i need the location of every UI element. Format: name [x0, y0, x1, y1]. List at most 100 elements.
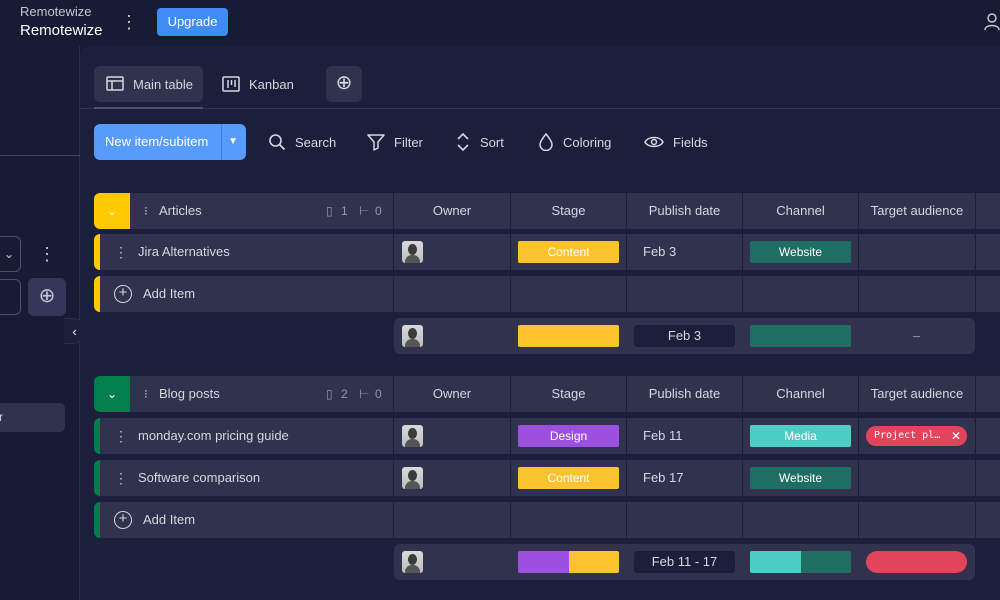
- item-name-cell: ⋮ monday.com pricing guide: [100, 418, 393, 454]
- date-cell[interactable]: Feb 17: [626, 460, 742, 496]
- extra-cell: [975, 460, 1000, 496]
- extra-cell: [975, 418, 1000, 454]
- chevron-down-icon[interactable]: ⌄: [94, 193, 130, 229]
- channel-cell[interactable]: Media: [742, 418, 858, 454]
- column-target-audience[interactable]: Target audience: [858, 193, 975, 229]
- tab-main-table[interactable]: Main table: [94, 66, 203, 102]
- empty-cell: [975, 276, 1000, 312]
- item-name[interactable]: monday.com pricing guide: [138, 418, 289, 454]
- drag-handle-icon[interactable]: ⁝: [144, 193, 148, 229]
- table-row[interactable]: ⋮ Jira Alternatives Content Feb 3 Websit…: [94, 234, 1000, 270]
- left-panel-search-input[interactable]: [0, 279, 21, 315]
- column-target-audience[interactable]: Target audience: [858, 376, 975, 412]
- add-item-row[interactable]: + Add Item: [94, 276, 1000, 312]
- drag-handle-icon[interactable]: ⁝: [144, 376, 148, 412]
- row-menu-icon[interactable]: ⋮: [114, 418, 128, 454]
- table-row[interactable]: ⋮ Software comparison Content Feb 17 Web…: [94, 460, 1000, 496]
- owner-cell[interactable]: [393, 418, 510, 454]
- close-icon[interactable]: ✕: [951, 426, 961, 446]
- date-cell[interactable]: Feb 11: [626, 418, 742, 454]
- user-icon[interactable]: [984, 10, 1000, 32]
- doc-count: 2: [341, 387, 348, 401]
- column-extra: [975, 376, 1000, 412]
- target-cell[interactable]: [858, 234, 975, 270]
- empty-cell: [393, 276, 510, 312]
- group-name-cell: ⁝ Articles ▯ 1 ⊢ 0: [130, 193, 393, 229]
- coloring-label: Coloring: [563, 134, 612, 150]
- add-item-cell[interactable]: + Add Item: [100, 276, 393, 312]
- extra-cell: [975, 234, 1000, 270]
- owner-cell[interactable]: [393, 234, 510, 270]
- table-row[interactable]: ⋮ monday.com pricing guide Design Feb 11…: [94, 418, 1000, 454]
- group-title[interactable]: Articles: [159, 193, 202, 229]
- date-cell[interactable]: Feb 3: [626, 234, 742, 270]
- stage-cell[interactable]: Content: [510, 234, 626, 270]
- owner-cell[interactable]: [393, 460, 510, 496]
- table-icon: [106, 76, 124, 91]
- left-panel-item[interactable]: r: [0, 403, 65, 432]
- stage-summary-bar[interactable]: [518, 325, 619, 347]
- upgrade-button[interactable]: Upgrade: [157, 8, 228, 36]
- row-menu-icon[interactable]: ⋮: [114, 234, 128, 270]
- channel-summary-bar[interactable]: [750, 325, 851, 347]
- left-panel-menu-icon[interactable]: ⋮: [38, 242, 56, 266]
- workspace-name[interactable]: Remotewize: [20, 22, 103, 39]
- column-channel[interactable]: Channel: [742, 376, 858, 412]
- row-menu-icon[interactable]: ⋮: [114, 460, 128, 496]
- publish-date: Feb 17: [643, 470, 684, 485]
- fields-button[interactable]: Fields: [644, 124, 714, 160]
- add-item-row[interactable]: + Add Item: [94, 502, 1000, 538]
- target-cell[interactable]: [858, 460, 975, 496]
- left-panel-dropdown[interactable]: ⌄: [0, 236, 21, 272]
- chevron-down-icon[interactable]: ⌄: [94, 376, 130, 412]
- stage-cell[interactable]: Content: [510, 460, 626, 496]
- empty-cell: [858, 502, 975, 538]
- sort-label: Sort: [480, 134, 504, 150]
- channel-cell[interactable]: Website: [742, 234, 858, 270]
- stage-summary-bar[interactable]: [518, 551, 619, 573]
- date-summary: Feb 3: [634, 325, 735, 347]
- channel-cell[interactable]: Website: [742, 460, 858, 496]
- column-channel[interactable]: Channel: [742, 193, 858, 229]
- item-name[interactable]: Jira Alternatives: [138, 234, 230, 270]
- column-stage[interactable]: Stage: [510, 376, 626, 412]
- tabs-divider: [80, 108, 1000, 109]
- add-icon[interactable]: +: [114, 511, 132, 529]
- item-name[interactable]: Software comparison: [138, 460, 260, 496]
- channel-label: Media: [750, 425, 851, 447]
- search-button[interactable]: Search: [268, 124, 348, 160]
- add-item-label[interactable]: Add Item: [143, 276, 195, 312]
- target-cell[interactable]: Project pl… ✕: [858, 418, 975, 454]
- target-summary-bar[interactable]: [866, 551, 967, 573]
- workspace-menu-icon[interactable]: ⋮: [120, 9, 138, 35]
- caret-down-icon[interactable]: ▼: [228, 124, 238, 160]
- channel-summary-bar[interactable]: [750, 551, 851, 573]
- stage-label: Design: [518, 425, 619, 447]
- add-item-cell[interactable]: + Add Item: [100, 502, 393, 538]
- left-panel-add-button[interactable]: ⊕: [28, 278, 66, 316]
- add-icon[interactable]: +: [114, 285, 132, 303]
- target-summary: –: [912, 328, 921, 343]
- target-tag[interactable]: Project pl… ✕: [866, 426, 967, 446]
- column-publish-date[interactable]: Publish date: [626, 193, 742, 229]
- filter-button[interactable]: Filter: [367, 124, 437, 160]
- tab-kanban[interactable]: Kanban: [222, 66, 312, 102]
- date-summary: Feb 11 - 17: [634, 551, 735, 573]
- column-owner[interactable]: Owner: [393, 193, 510, 229]
- subitem-count: 0: [375, 204, 382, 218]
- empty-cell: [393, 502, 510, 538]
- stage-cell[interactable]: Design: [510, 418, 626, 454]
- new-item-separator: [221, 124, 222, 160]
- column-publish-date[interactable]: Publish date: [626, 376, 742, 412]
- add-view-button[interactable]: ⊕: [326, 66, 362, 102]
- add-item-label[interactable]: Add Item: [143, 502, 195, 538]
- new-item-button[interactable]: New item/subitem ▼: [94, 124, 246, 160]
- sort-button[interactable]: Sort: [455, 124, 515, 160]
- column-owner[interactable]: Owner: [393, 376, 510, 412]
- empty-cell: [626, 276, 742, 312]
- doc-count: 1: [341, 204, 348, 218]
- coloring-button[interactable]: Coloring: [538, 124, 618, 160]
- droplet-icon: [539, 133, 553, 151]
- column-stage[interactable]: Stage: [510, 193, 626, 229]
- group-title[interactable]: Blog posts: [159, 376, 220, 412]
